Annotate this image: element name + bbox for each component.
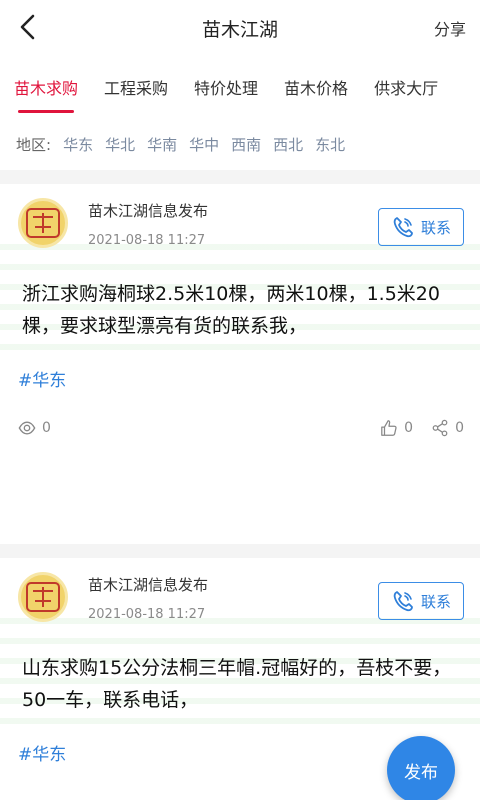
avatar bbox=[18, 198, 68, 248]
region-item-north[interactable]: 华北 bbox=[105, 134, 135, 155]
post-author: 苗木江湖信息发布 bbox=[88, 576, 209, 594]
post-tag[interactable]: #华东 bbox=[0, 342, 480, 391]
phone-icon bbox=[393, 591, 413, 612]
contact-label: 联系 bbox=[420, 592, 451, 611]
region-item-central[interactable]: 华中 bbox=[189, 134, 219, 155]
region-label: 地区: bbox=[16, 135, 52, 154]
post-author: 苗木江湖信息发布 bbox=[88, 202, 209, 220]
share-button[interactable]: 分享 bbox=[434, 16, 466, 40]
share-count-button[interactable]: 0 bbox=[431, 419, 464, 437]
post-card[interactable]: 苗木江湖信息发布 2021-08-18 11:27 联系 浙江求购海桐球2.5米… bbox=[0, 184, 480, 544]
post-content: 浙江求购海桐球2.5米10棵，两米10棵，1.5米20棵，要求球型漂亮有货的联系… bbox=[22, 283, 440, 337]
eye-icon bbox=[18, 421, 36, 435]
logo-icon bbox=[26, 582, 60, 612]
region-item-southwest[interactable]: 西南 bbox=[231, 134, 261, 155]
region-item-south[interactable]: 华南 bbox=[147, 134, 177, 155]
like-count: 0 bbox=[404, 420, 414, 436]
tab-supply-demand-hall[interactable]: 供求大厅 bbox=[374, 75, 438, 99]
tab-seedling-prices[interactable]: 苗木价格 bbox=[284, 75, 348, 99]
category-tabs: 苗木求购 工程采购 特价处理 苗木价格 供求大厅 bbox=[0, 56, 480, 118]
contact-button[interactable]: 联系 bbox=[378, 582, 464, 620]
post-footer: 0 0 0 bbox=[0, 391, 480, 451]
tab-project-procurement[interactable]: 工程采购 bbox=[104, 75, 168, 99]
post-content: 山东求购15公分法桐三年帽.冠幅好的，吾枝不要，50一车，联系电话， bbox=[22, 657, 452, 711]
divider bbox=[0, 544, 480, 558]
view-count: 0 bbox=[18, 419, 51, 437]
phone-icon bbox=[393, 217, 413, 238]
divider bbox=[0, 170, 480, 184]
share-count: 0 bbox=[455, 420, 464, 436]
tab-special-offers[interactable]: 特价处理 bbox=[194, 75, 258, 99]
logo-icon bbox=[26, 208, 60, 238]
post-time: 2021-08-18 11:27 bbox=[88, 607, 206, 622]
post-time: 2021-08-18 11:27 bbox=[88, 233, 206, 248]
avatar bbox=[18, 572, 68, 622]
tab-seedling-purchase[interactable]: 苗木求购 bbox=[14, 75, 78, 99]
share-icon bbox=[432, 419, 448, 437]
thumbs-up-icon bbox=[381, 420, 397, 436]
top-bar: 苗木江湖 分享 bbox=[0, 0, 480, 56]
region-item-northwest[interactable]: 西北 bbox=[273, 134, 303, 155]
contact-button[interactable]: 联系 bbox=[378, 208, 464, 246]
region-item-east[interactable]: 华东 bbox=[63, 134, 93, 155]
contact-label: 联系 bbox=[420, 218, 451, 237]
region-item-northeast[interactable]: 东北 bbox=[315, 134, 345, 155]
back-icon[interactable] bbox=[14, 12, 44, 42]
publish-button[interactable]: 发布 bbox=[387, 736, 455, 800]
like-button[interactable]: 0 bbox=[380, 419, 413, 437]
region-filter: 地区: 华东 华北 华南 华中 西南 西北 东北 bbox=[0, 118, 480, 170]
view-count-value: 0 bbox=[42, 420, 51, 436]
page-title: 苗木江湖 bbox=[201, 18, 278, 41]
